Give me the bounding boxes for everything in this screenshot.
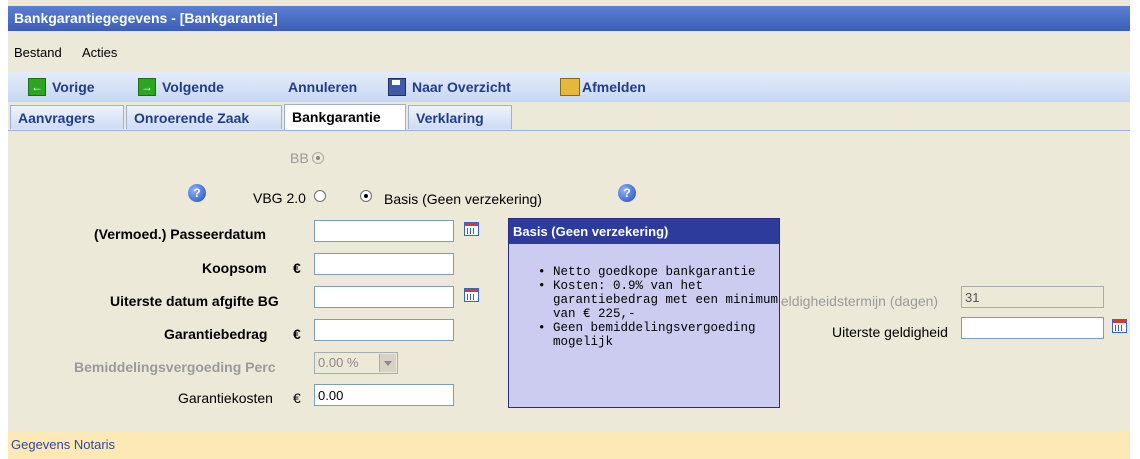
- tab-bar: Aanvragers Onroerende Zaak Bankgarantie …: [8, 103, 1130, 131]
- garantiebedrag-currency: €: [293, 326, 301, 342]
- koopsom-label: Koopsom: [202, 260, 267, 276]
- uiterste-afgifte-input[interactable]: [314, 286, 454, 308]
- app-window: Bankgarantiegegevens - [Bankgarantie] Be…: [8, 0, 1130, 459]
- basis-radio[interactable]: [360, 190, 372, 202]
- garantiekosten-input[interactable]: [314, 384, 454, 406]
- tab-aanvragers[interactable]: Aanvragers: [10, 105, 124, 129]
- tooltip-item: Netto goedkope bankgarantie: [538, 265, 779, 279]
- help-icon[interactable]: ?: [188, 184, 206, 202]
- garantiebedrag-input[interactable]: [314, 319, 454, 341]
- garantiekosten-currency: €: [293, 390, 301, 406]
- keys-icon: [560, 78, 580, 96]
- tooltip-title: Basis (Geen verzekering): [509, 219, 779, 244]
- calendar-icon[interactable]: [464, 222, 479, 236]
- overview-label: Naar Overzicht: [412, 79, 511, 95]
- logout-button[interactable]: Afmelden: [560, 76, 646, 98]
- geldigheidstermijn-input: [961, 286, 1104, 308]
- vbg-radio[interactable]: [314, 190, 326, 202]
- tooltip-popup: Basis (Geen verzekering) Netto goedkope …: [508, 218, 780, 408]
- tooltip-item: Geen bemiddelingsvergoeding mogelijk: [538, 321, 779, 349]
- overview-button[interactable]: Naar Overzicht: [388, 76, 511, 98]
- cancel-label: Annuleren: [288, 79, 358, 95]
- garantiebedrag-label: Garantiebedrag: [164, 326, 268, 342]
- passeerdatum-label: (Vermoed.) Passeerdatum: [94, 226, 266, 242]
- prev-label: Vorige: [52, 79, 95, 95]
- uiterste-geldigheid-input[interactable]: [961, 317, 1104, 339]
- passeerdatum-input[interactable]: [314, 220, 454, 242]
- tooltip-item: Kosten: 0.9% van het garantiebedrag met …: [538, 279, 779, 321]
- tab-onroerende-zaak[interactable]: Onroerende Zaak: [126, 105, 282, 129]
- basis-label: Basis (Geen verzekering): [384, 191, 542, 207]
- uiterste-afgifte-label: Uiterste datum afgifte BG: [110, 293, 279, 309]
- bemiddeling-select: 0.00 %: [314, 352, 398, 374]
- bb-radio: [312, 152, 324, 164]
- toolbar: ← Vorige → Volgende Annuleren Naar Overz…: [8, 72, 1130, 102]
- tab-bankgarantie[interactable]: Bankgarantie: [284, 104, 406, 130]
- garantiekosten-label: Garantiekosten: [178, 390, 273, 406]
- bemiddeling-value: 0.00 %: [318, 355, 359, 370]
- next-label: Volgende: [162, 79, 224, 95]
- calendar-icon[interactable]: [464, 288, 479, 302]
- calendar-icon[interactable]: [1112, 319, 1127, 333]
- cancel-button[interactable]: Annuleren: [288, 76, 357, 98]
- form-area: BB ? VBG 2.0 Basis (Geen verzekering) ? …: [8, 131, 1130, 431]
- koopsom-input[interactable]: [314, 253, 454, 275]
- prev-button[interactable]: ← Vorige: [28, 76, 95, 98]
- menu-bestand[interactable]: Bestand: [14, 45, 62, 60]
- help-icon[interactable]: ?: [618, 184, 636, 202]
- vbg-label: VBG 2.0: [253, 190, 306, 206]
- chevron-down-icon: [379, 354, 396, 372]
- window-right-edge: [1130, 0, 1140, 459]
- section-notaris[interactable]: Gegevens Notaris: [8, 431, 1130, 459]
- bemiddeling-label: Bemiddelingsvergoeding Perc: [74, 359, 276, 375]
- bb-label: BB: [290, 150, 309, 166]
- save-icon: [388, 78, 406, 96]
- arrow-left-icon: ←: [28, 78, 46, 96]
- window-title: Bankgarantiegegevens - [Bankgarantie]: [8, 6, 1130, 31]
- menu-bar: Bestand Acties: [8, 31, 1130, 71]
- tab-verklaring[interactable]: Verklaring: [408, 105, 512, 129]
- geldigheidstermijn-label: Geldigheidstermijn (dagen): [770, 293, 939, 309]
- menu-acties[interactable]: Acties: [82, 45, 117, 60]
- koopsom-currency: €: [293, 260, 301, 276]
- window-left-edge: [0, 0, 8, 459]
- arrow-right-icon: →: [138, 78, 156, 96]
- next-button[interactable]: → Volgende: [138, 76, 224, 98]
- logout-label: Afmelden: [582, 79, 646, 95]
- uiterste-geldigheid-label: Uiterste geldigheid: [832, 324, 948, 340]
